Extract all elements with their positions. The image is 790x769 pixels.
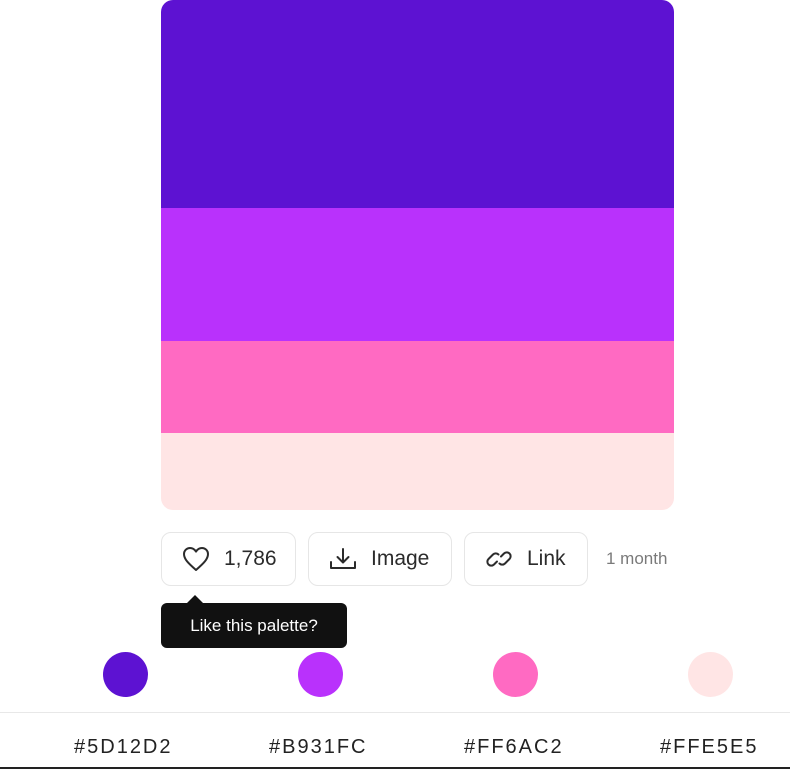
color-circle-3[interactable]: [493, 652, 538, 697]
heart-icon: [182, 546, 210, 572]
hex-code-2[interactable]: #B931FC: [269, 736, 368, 759]
image-button-label: Image: [371, 547, 430, 570]
link-icon: [485, 546, 513, 572]
palette-age: 1 month: [606, 549, 668, 568]
hex-code-1[interactable]: #5D12D2: [74, 736, 173, 759]
like-count: 1,786: [224, 547, 277, 570]
palette-swatch-1[interactable]: [161, 0, 674, 208]
palette-page: 1,786 Image Link 1 month Like this palet…: [0, 0, 790, 769]
color-circle-4[interactable]: [688, 652, 733, 697]
color-circle-2[interactable]: [298, 652, 343, 697]
hex-code-3[interactable]: #FF6AC2: [464, 736, 564, 759]
palette-card[interactable]: [161, 0, 674, 510]
hex-code-4[interactable]: #FFE5E5: [660, 736, 758, 759]
like-button[interactable]: 1,786: [161, 532, 296, 586]
palette-actions: 1,786 Image Link 1 month: [161, 531, 667, 587]
divider: [0, 712, 790, 713]
image-download-button[interactable]: Image: [308, 532, 452, 586]
palette-swatch-4[interactable]: [161, 433, 674, 510]
color-circle-1[interactable]: [103, 652, 148, 697]
like-tooltip: Like this palette?: [161, 603, 347, 648]
copy-link-button[interactable]: Link: [464, 532, 588, 586]
link-button-label: Link: [527, 547, 566, 570]
palette-swatch-3[interactable]: [161, 341, 674, 433]
download-icon: [329, 547, 357, 571]
palette-swatch-2[interactable]: [161, 208, 674, 341]
